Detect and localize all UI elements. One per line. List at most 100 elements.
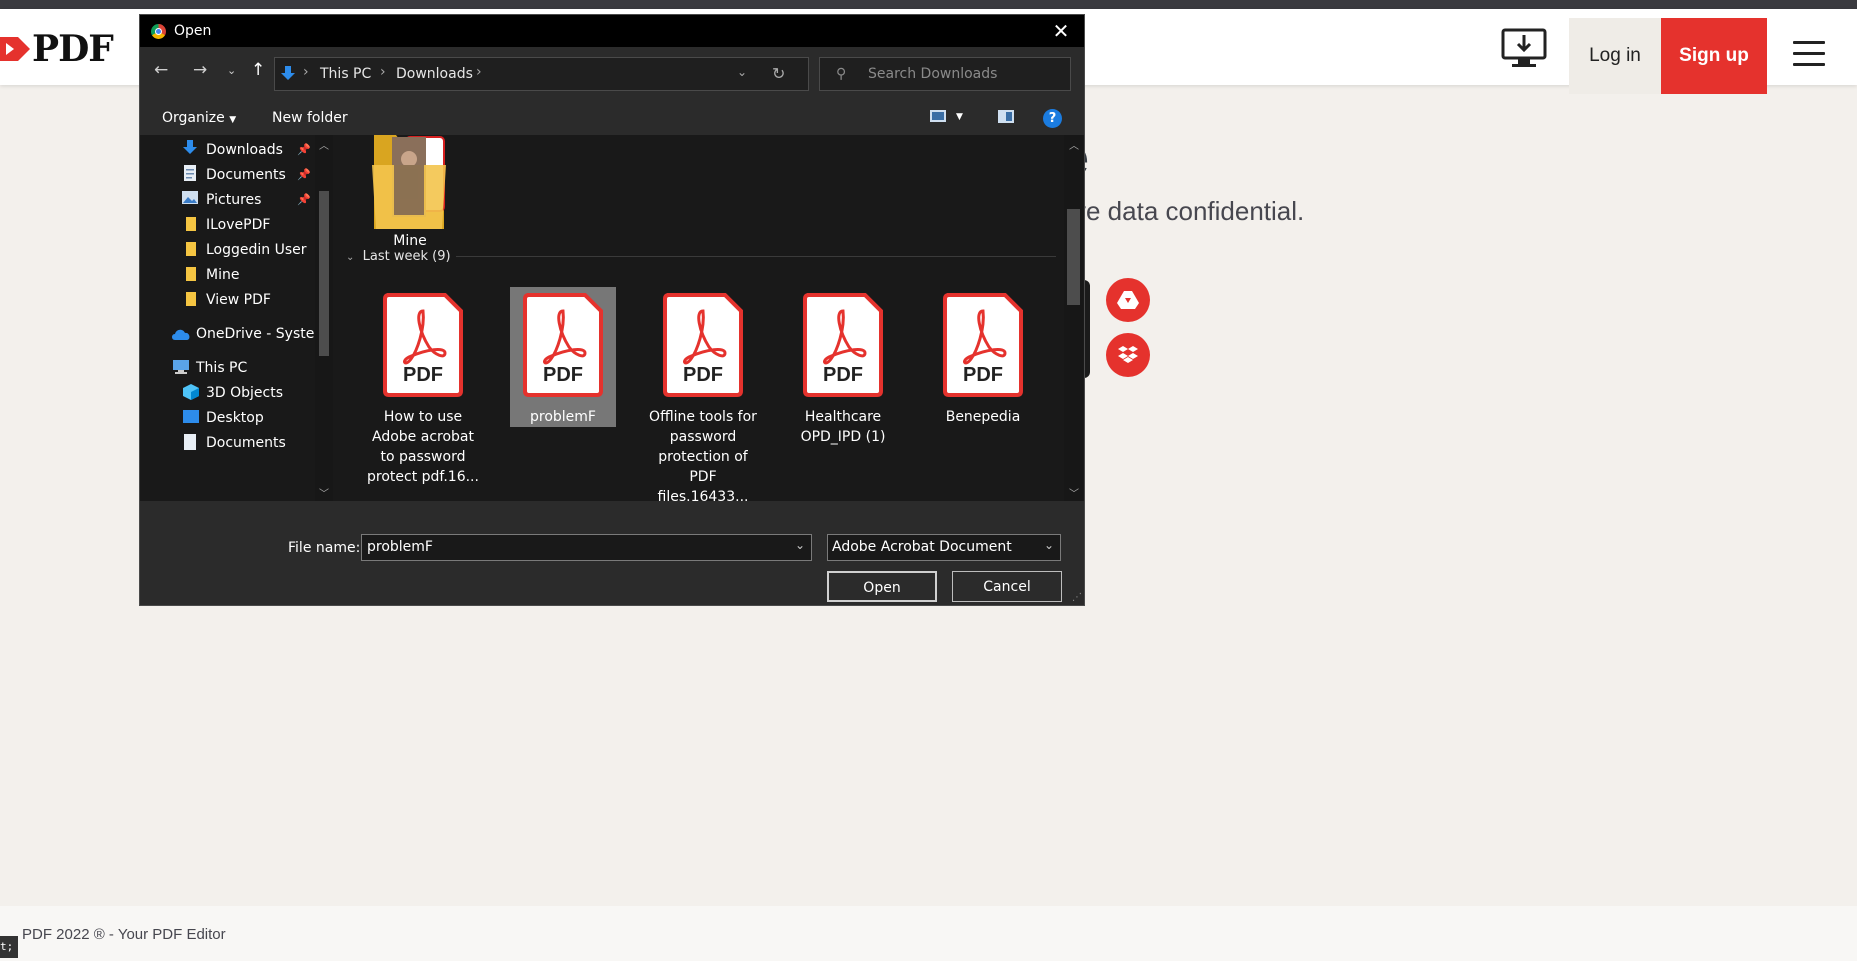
chevron-down-icon: ⌄: [1043, 538, 1054, 552]
hamburger-menu-icon[interactable]: [1793, 41, 1825, 69]
folder-icon[interactable]: [372, 135, 448, 229]
svg-text:PDF: PDF: [543, 364, 583, 386]
nav-item-downloads[interactable]: Downloads: [206, 142, 283, 158]
file-label: Offline tools for password protection of…: [649, 409, 757, 501]
nav-item-view-pdf[interactable]: View PDF: [206, 292, 271, 308]
nav-scroll-thumb[interactable]: [319, 191, 329, 356]
pdf-file-icon: PDF: [383, 293, 463, 397]
back-arrow-icon[interactable]: ←: [154, 60, 168, 80]
site-footer: [0, 906, 1857, 961]
google-drive-button[interactable]: [1106, 278, 1150, 322]
help-icon[interactable]: ?: [1043, 109, 1062, 128]
folder-icon: [186, 242, 196, 256]
group-header-last-week[interactable]: ⌄ Last week (9): [346, 249, 451, 264]
preview-pane-button[interactable]: [998, 110, 1014, 127]
breadcrumb-this-pc[interactable]: This PC: [320, 66, 371, 82]
search-icon: ⚲: [836, 66, 847, 82]
address-dropdown-chevron-icon[interactable]: ⌄: [737, 65, 747, 79]
scroll-up-icon[interactable]: ︿: [319, 137, 329, 152]
organize-label: Organize: [162, 110, 225, 126]
desktop-download-icon[interactable]: [1500, 26, 1548, 72]
nav-item-loggedin-user[interactable]: Loggedin User: [206, 242, 307, 258]
footer-text: PDF 2022 ® - Your PDF Editor: [22, 926, 226, 943]
chevron-down-icon[interactable]: ⌄: [795, 538, 805, 552]
login-button[interactable]: Log in: [1569, 18, 1661, 94]
nav-item-pictures[interactable]: Pictures: [206, 192, 261, 208]
nav-item-ilovepdf[interactable]: ILovePDF: [206, 217, 270, 233]
file-item[interactable]: PDF Benepedia: [930, 287, 1036, 463]
scroll-down-icon[interactable]: ﹀: [319, 485, 329, 500]
nav-item-documents-pc[interactable]: Documents: [206, 435, 286, 451]
address-bar[interactable]: › This PC › Downloads › ⌄ ↻: [274, 57, 809, 91]
refresh-icon[interactable]: ↻: [772, 64, 785, 83]
nav-pane-scrollbar[interactable]: ︿ ﹀: [315, 135, 333, 501]
forward-arrow-icon[interactable]: →: [193, 60, 207, 80]
file-name-label: File name:: [288, 540, 361, 556]
nav-item-documents[interactable]: Documents: [206, 167, 286, 183]
new-folder-button[interactable]: New folder: [272, 110, 348, 126]
view-dropdown-icon[interactable]: ▼: [956, 112, 963, 122]
scroll-down-icon[interactable]: ﹀: [1069, 485, 1079, 500]
file-list-pane: Mine ⌄ Last week (9) PDF How to use Adob…: [334, 135, 1084, 501]
documents-icon: [184, 434, 196, 450]
file-scroll-thumb[interactable]: [1067, 209, 1080, 305]
dialog-titlebar[interactable]: Open ✕: [140, 15, 1084, 47]
pin-icon: 📌: [297, 143, 311, 156]
up-arrow-icon[interactable]: ↑: [251, 60, 265, 80]
recent-locations-chevron-icon[interactable]: ⌄: [227, 64, 236, 77]
cube-icon: [183, 384, 199, 400]
file-item[interactable]: PDF How to use Adobe acrobat to password…: [367, 287, 479, 485]
cancel-button[interactable]: Cancel: [952, 571, 1062, 602]
pdf-file-icon: PDF: [943, 293, 1023, 397]
folder-icon: [186, 292, 196, 306]
signup-button[interactable]: Sign up: [1661, 18, 1767, 94]
file-item[interactable]: PDF problemF: [510, 287, 616, 463]
change-view-button[interactable]: [930, 110, 946, 126]
search-box[interactable]: ⚲ Search Downloads: [819, 57, 1071, 91]
desktop-icon: [183, 410, 199, 423]
dropbox-button[interactable]: [1106, 333, 1150, 377]
file-type-select[interactable]: Adobe Acrobat Document ⌄: [827, 534, 1061, 561]
status-tooltip: t;: [0, 936, 18, 958]
close-icon[interactable]: ✕: [1046, 19, 1076, 43]
preview-pane-icon: [998, 110, 1014, 123]
file-name-value: problemF: [367, 539, 433, 555]
download-icon: [183, 140, 197, 154]
open-file-dialog: Open ✕ ← → ⌄ ↑ › This PC › Downloads › ⌄…: [139, 14, 1085, 606]
file-label: Benepedia: [945, 409, 1021, 425]
dialog-toolbar: Organize ▼ New folder ▼ ?: [140, 99, 1084, 135]
group-header-label: Last week (9): [362, 249, 451, 264]
group-divider: [456, 256, 1056, 257]
site-logo[interactable]: PDF: [0, 28, 114, 70]
cloud-icon: [172, 329, 190, 340]
nav-item-3d-objects[interactable]: 3D Objects: [206, 385, 283, 401]
logo-text: PDF: [32, 28, 114, 70]
nav-item-desktop[interactable]: Desktop: [206, 410, 264, 426]
nav-item-mine[interactable]: Mine: [206, 267, 239, 283]
hero-subtitle: ve data confidential.: [1073, 196, 1305, 226]
file-name-input[interactable]: problemF ⌄: [361, 534, 812, 561]
folder-icon: [186, 217, 196, 231]
open-button[interactable]: Open: [827, 571, 937, 602]
navigation-row: ← → ⌄ ↑ › This PC › Downloads › ⌄ ↻ ⚲ Se…: [140, 47, 1084, 99]
browser-top-strip: [0, 0, 1857, 9]
navigation-pane: Downloads 📌 Documents 📌 Pictures 📌 ILove…: [140, 135, 334, 501]
folder-label-mine: Mine: [393, 233, 427, 249]
nav-item-onedrive[interactable]: OneDrive - System: [196, 326, 328, 342]
resize-grip-icon[interactable]: ⋰: [1072, 592, 1082, 603]
breadcrumb-downloads[interactable]: Downloads: [396, 66, 473, 82]
file-list-scrollbar[interactable]: ︿ ﹀: [1064, 135, 1083, 501]
file-label: How to use Adobe acrobat to password pro…: [367, 409, 479, 485]
file-type-value: Adobe Acrobat Document: [832, 539, 1012, 555]
search-placeholder: Search Downloads: [868, 66, 998, 82]
svg-text:PDF: PDF: [823, 364, 863, 386]
scroll-up-icon[interactable]: ︿: [1069, 137, 1079, 152]
file-item[interactable]: PDF Offline tools for password protectio…: [649, 287, 757, 501]
pin-icon: 📌: [297, 168, 311, 181]
pdf-file-icon: PDF: [663, 293, 743, 397]
file-item[interactable]: PDF Healthcare OPD_IPD (1): [790, 287, 896, 463]
nav-item-this-pc[interactable]: This PC: [196, 360, 247, 376]
organize-button[interactable]: Organize ▼: [162, 110, 236, 126]
computer-icon: [173, 360, 189, 374]
caret-down-icon: ▼: [229, 115, 237, 125]
